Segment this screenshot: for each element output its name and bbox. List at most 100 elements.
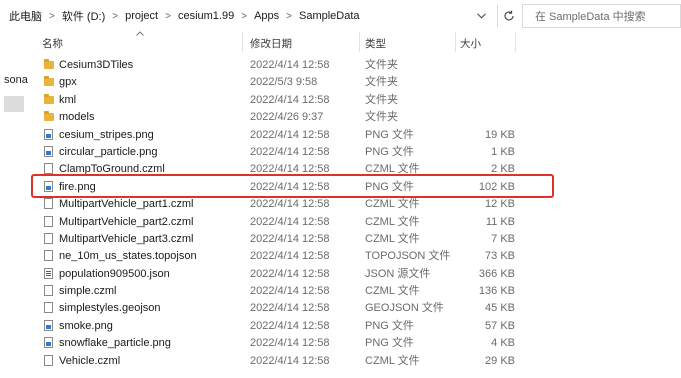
file-name: gpx (59, 76, 77, 89)
file-name: MultipartVehicle_part1.czml (59, 198, 194, 211)
column-divider[interactable] (242, 32, 243, 52)
file-date: 2022/4/14 12:58 (250, 354, 330, 367)
column-size-header[interactable]: 大小 (460, 36, 481, 51)
file-row[interactable]: Cesium3DTiles 2022/4/14 12:58 文件夹 (0, 57, 681, 74)
file-size: 102 KB (478, 180, 515, 193)
document-file-icon (44, 302, 54, 314)
crumb-drive[interactable]: 软件 (D:) (59, 8, 108, 24)
document-file-icon (44, 215, 54, 228)
file-name: ClampToGround.czml (59, 163, 165, 176)
search-input[interactable]: 在 SampleData 中搜索 (522, 4, 681, 28)
file-size: 1 KB (491, 145, 515, 158)
file-date: 2022/4/14 12:58 (250, 285, 330, 298)
file-row[interactable]: MultipartVehicle_part1.czml 2022/4/14 12:… (0, 196, 681, 213)
column-divider[interactable] (455, 32, 456, 52)
file-size: 19 KB (485, 128, 515, 141)
breadcrumb[interactable]: 此电脑 > 软件 (D:) > project > cesium1.99 > A… (0, 2, 495, 30)
address-dropdown-button[interactable] (471, 6, 491, 26)
file-date: 2022/4/14 12:58 (250, 163, 330, 176)
file-row[interactable]: cesium_stripes.png 2022/4/14 12:58 PNG 文件 1… (0, 127, 681, 144)
image-file-icon (44, 337, 54, 349)
file-type: PNG 文件 (365, 319, 414, 332)
crumb-cesium[interactable]: cesium1.99 (175, 10, 237, 22)
crumb-this-pc[interactable]: 此电脑 (6, 8, 45, 24)
file-row[interactable]: gpx 2022/5/3 9:58 文件夹 (0, 74, 681, 91)
column-name-header[interactable]: 名称 (42, 36, 63, 51)
file-name: ne_10m_us_states.topojson (59, 250, 197, 263)
folder-icon (44, 111, 54, 123)
refresh-icon (504, 10, 514, 21)
column-type-header[interactable]: 类型 (365, 36, 386, 51)
document-file-icon (44, 232, 54, 245)
file-type: 文件夹 (365, 59, 398, 71)
column-divider[interactable] (359, 32, 360, 52)
file-name: kml (59, 93, 77, 106)
file-type: 文件夹 (365, 111, 398, 124)
file-date: 2022/4/14 12:58 (250, 337, 330, 350)
file-size: 12 KB (485, 198, 515, 211)
folder-icon (44, 59, 54, 71)
file-name: simplestyles.geojson (59, 302, 161, 315)
file-row[interactable]: MultipartVehicle_part3.czml 2022/4/14 12:… (0, 231, 681, 248)
file-row[interactable]: snowflake_particle.png 2022/4/14 12:58 PNG… (0, 335, 681, 352)
file-date: 2022/5/3 9:58 (250, 76, 318, 89)
file-date: 2022/4/26 9:37 (250, 111, 324, 124)
crumb-sampledata[interactable]: SampleData (296, 10, 363, 22)
crumb-separator-icon: > (112, 10, 119, 22)
file-row[interactable]: circular_particle.png 2022/4/14 12:58 PNG … (0, 144, 681, 161)
file-size: 57 KB (485, 319, 515, 332)
file-date: 2022/4/14 12:58 (250, 198, 330, 211)
file-name: circular_particle.png (59, 145, 158, 158)
file-row[interactable]: smoke.png 2022/4/14 12:58 PNG 文件 57 KB (0, 318, 681, 335)
file-date: 2022/4/14 12:58 (250, 215, 330, 228)
file-size: 2 KB (491, 163, 515, 176)
json-file-icon (44, 267, 54, 280)
file-row[interactable]: ne_10m_us_states.topojson 2022/4/14 12:58… (0, 248, 681, 265)
file-type: PNG 文件 (365, 180, 414, 193)
file-date: 2022/4/14 12:58 (250, 145, 330, 158)
search-placeholder: 在 SampleData 中搜索 (535, 11, 646, 23)
folder-icon (44, 93, 54, 106)
file-type: CZML 文件 (365, 232, 420, 245)
sort-ascending-icon (136, 28, 144, 38)
file-row[interactable]: simplestyles.geojson 2022/4/14 12:58 GEOJS… (0, 300, 681, 317)
file-row[interactable]: fire.png 2022/4/14 12:58 PNG 文件 102 KB (0, 179, 681, 196)
chevron-down-icon (476, 13, 486, 19)
file-row[interactable]: population909500.json 2022/4/14 12:58 JSON… (0, 266, 681, 283)
file-date: 2022/4/14 12:58 (250, 267, 330, 280)
image-file-icon (44, 145, 54, 158)
file-size: 7 KB (491, 232, 515, 245)
crumb-project[interactable]: project (122, 10, 161, 22)
column-date-header[interactable]: 修改日期 (250, 36, 292, 51)
refresh-button[interactable] (497, 5, 520, 27)
crumb-separator-icon: > (165, 10, 171, 22)
image-file-icon (44, 319, 54, 332)
file-date: 2022/4/14 12:58 (250, 250, 330, 263)
file-name: MultipartVehicle_part2.czml (59, 215, 194, 228)
file-type: CZML 文件 (365, 198, 420, 211)
document-file-icon (44, 163, 54, 175)
document-file-icon (44, 198, 54, 210)
file-name: snowflake_particle.png (59, 337, 171, 350)
file-size: 11 KB (485, 215, 515, 228)
file-name: simple.czml (59, 285, 117, 298)
file-row[interactable]: MultipartVehicle_part2.czml 2022/4/14 12:… (0, 214, 681, 231)
file-type: GEOJSON 文件 (365, 302, 444, 315)
file-type: CZML 文件 (365, 285, 420, 298)
crumb-apps[interactable]: Apps (251, 10, 282, 22)
column-divider[interactable] (515, 32, 516, 52)
file-row[interactable]: ClampToGround.czml 2022/4/14 12:58 CZML 文件… (0, 161, 681, 178)
address-bar[interactable]: 此电脑 > 软件 (D:) > project > cesium1.99 > A… (0, 2, 681, 30)
crumb-separator-icon: > (241, 10, 248, 22)
file-list: Cesium3DTiles 2022/4/14 12:58 文件夹 gpx 2022/5… (0, 57, 681, 370)
file-size: 45 KB (485, 302, 515, 315)
file-row[interactable]: simple.czml 2022/4/14 12:58 CZML 文件 136 KB (0, 283, 681, 300)
file-name: fire.png (59, 180, 96, 193)
file-size: 4 KB (491, 337, 515, 350)
document-file-icon (44, 285, 54, 297)
file-row[interactable]: kml 2022/4/14 12:58 文件夹 (0, 92, 681, 109)
crumb-separator-icon: > (49, 10, 55, 22)
file-row[interactable]: models 2022/4/26 9:37 文件夹 (0, 109, 681, 126)
file-row[interactable]: Vehicle.czml 2022/4/14 12:58 CZML 文件 29 KB (0, 353, 681, 370)
document-file-icon (44, 354, 54, 367)
